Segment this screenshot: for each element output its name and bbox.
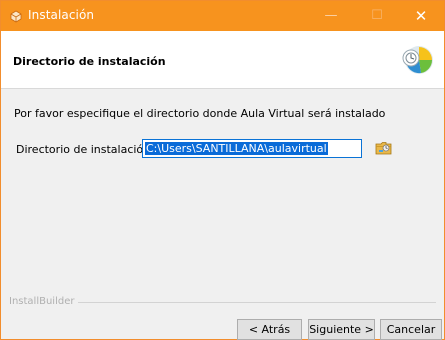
directory-input-value[interactable]: C:\Users\SANTILLANA\aulavirtual [145,142,328,155]
footer-divider [78,302,436,303]
page-title: Directorio de instalación [13,55,166,68]
page-header: Directorio de instalación [1,31,444,89]
folder-browse-icon[interactable] [375,139,393,157]
close-button[interactable]: ✕ [398,1,444,31]
back-button[interactable]: < Atrás [237,319,302,340]
title-bar[interactable]: Instalación — ☐ ✕ [1,1,444,31]
installer-app-icon [10,10,22,23]
instructions-text: Por favor especifique el directorio dond… [14,107,386,120]
installbuilder-logo-icon [402,46,433,74]
installbuilder-brand: InstallBuilder [9,296,75,307]
directory-label: Directorio de instalación [16,143,151,156]
directory-input[interactable]: C:\Users\SANTILLANA\aulavirtual [142,139,362,158]
minimize-button[interactable]: — [308,1,354,31]
window-title: Instalación [28,8,95,22]
next-button[interactable]: Siguiente > [308,319,375,340]
maximize-button[interactable]: ☐ [354,1,400,31]
installer-window: Instalación — ☐ ✕ Directorio de instalac… [0,0,445,340]
cancel-button[interactable]: Cancelar [380,319,442,340]
